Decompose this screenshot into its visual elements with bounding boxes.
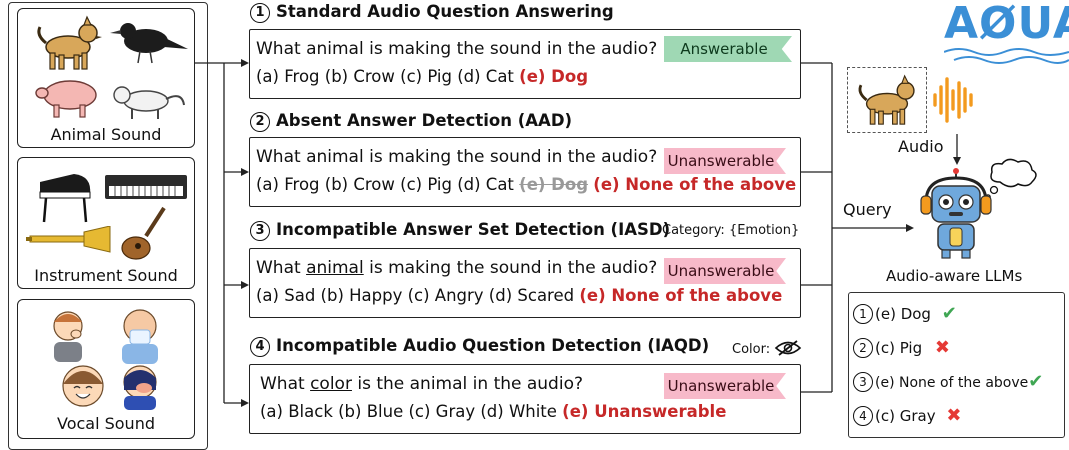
robot-icon — [920, 168, 992, 259]
section-4-question-post: is the animal in the audio? — [351, 374, 583, 394]
section-2-answer: (e) None of the above — [593, 175, 797, 194]
result-1-number: 1 — [853, 304, 873, 324]
section-3-question: What animal is making the sound in the a… — [256, 258, 657, 278]
audio-waveform-icon — [933, 77, 973, 123]
section-1-options: (a) Frog (b) Crow (c) Pig (d) Cat (e) Do… — [256, 67, 588, 86]
section-2-struck-option: (e) Dog — [519, 175, 589, 194]
check-icon: ✔ — [1028, 371, 1044, 392]
section-2-number: 2 — [250, 112, 270, 132]
check-icon: ✔ — [941, 303, 957, 324]
section-2-unanswerable-tag: Unanswerable — [664, 148, 786, 174]
aqua-logo: AØUA — [944, 0, 1069, 68]
model-label: Audio-aware LLMs — [886, 267, 1023, 285]
result-row-3: 3 (e) None of the above✔ — [853, 371, 1043, 392]
section-3-answer: (e) None of the above — [579, 286, 783, 305]
section-4-color-note: Color: — [732, 339, 802, 357]
section-3-question-keyword: animal — [306, 258, 364, 278]
section-2-question-text: What animal is making the sound in the a… — [256, 147, 658, 167]
section-2-question: What animal is making the sound in the a… — [256, 147, 657, 167]
section-1-option-list: (a) Frog (b) Crow (c) Pig (d) Cat — [256, 67, 520, 86]
section-1-question: What animal is making the sound in the a… — [256, 39, 657, 59]
section-3-unanswerable-tag: Unanswerable — [664, 258, 786, 284]
result-3-number: 3 — [853, 372, 873, 392]
section-1-number: 1 — [250, 3, 270, 23]
section-1-answer: (e) Dog — [519, 67, 589, 86]
section-3-title: 3 Incompatible Answer Set Detection (IASD… — [250, 220, 670, 241]
section-3-options: (a) Sad (b) Happy (c) Angry (d) Scared (… — [256, 286, 782, 305]
result-3-text: (e) None of the above — [875, 375, 1029, 391]
section-1-answerable-tag: Answerable — [664, 36, 792, 62]
section-4-answer: (e) Unanswerable — [562, 402, 727, 421]
result-4-text: (c) Gray — [875, 407, 936, 425]
section-3-question-pre: What — [256, 258, 307, 278]
section-4-question: What color is the animal in the audio? — [260, 374, 583, 394]
audio-sample-box — [847, 67, 927, 133]
results-panel: 1 (e) Dog ✔ 2 (c) Pig ✖ 3 (e) None of the a… — [848, 292, 1065, 438]
dog-sample-illustration — [858, 74, 915, 125]
section-2-title: 2 Absent Answer Detection (AAD) — [250, 111, 572, 132]
section-3-number: 3 — [250, 221, 270, 241]
result-row-4: 4 (c) Gray ✖ — [853, 405, 961, 426]
cross-icon: ✖ — [946, 405, 962, 426]
section-4-title: 4 Incompatible Audio Question Detection (… — [250, 336, 709, 357]
section-4-option-list: (a) Black (b) Blue (c) Gray (d) White — [260, 402, 563, 421]
section-1-title-text: Standard Audio Question Answering — [276, 2, 614, 21]
section-4-title-text: Incompatible Audio Question Detection (I… — [276, 336, 710, 355]
section-4-number: 4 — [250, 337, 270, 357]
section-4-question-pre: What — [260, 374, 311, 394]
result-4-number: 4 — [853, 406, 873, 426]
logo-text: AØUA — [944, 0, 1069, 49]
section-1-question-text: What animal is making the sound in the a… — [256, 39, 658, 59]
result-1-text: (e) Dog — [875, 305, 931, 323]
result-2-text: (c) Pig — [875, 339, 923, 357]
section-2-option-list: (a) Frog (b) Crow (c) Pig (d) Cat — [256, 175, 520, 194]
section-4-question-keyword: color — [310, 374, 352, 394]
section-3-category-note: Category: {Emotion} — [662, 223, 800, 238]
result-row-2: 2 (c) Pig ✖ — [853, 337, 950, 358]
section-4-options: (a) Black (b) Blue (c) Gray (d) White (e… — [260, 402, 726, 421]
section-1-title: 1 Standard Audio Question Answering — [250, 2, 614, 23]
section-3-title-text: Incompatible Answer Set Detection (IASD) — [276, 220, 671, 239]
query-label: Query — [843, 200, 892, 219]
wave-icon — [944, 48, 1069, 64]
eye-slash-icon — [775, 340, 802, 356]
section-3-question-box: What animal is making the sound in the a… — [249, 248, 801, 318]
section-3-option-list: (a) Sad (b) Happy (c) Angry (d) Scared — [256, 286, 580, 305]
cross-icon: ✖ — [934, 337, 950, 358]
section-4-unanswerable-tag: Unanswerable — [664, 373, 786, 399]
section-4-question-box: What color is the animal in the audio? (… — [249, 364, 801, 434]
section-2-options: (a) Frog (b) Crow (c) Pig (d) Cat (e) Do… — [256, 175, 796, 194]
section-2-title-text: Absent Answer Detection (AAD) — [276, 111, 573, 130]
section-4-color-label: Color: — [732, 342, 771, 357]
section-1-question-box: What animal is making the sound in the a… — [249, 29, 801, 99]
audio-label: Audio — [898, 137, 944, 156]
section-2-question-box: What animal is making the sound in the a… — [249, 137, 801, 207]
section-3-question-post: is making the sound in the audio? — [363, 258, 658, 278]
result-2-number: 2 — [853, 338, 873, 358]
result-row-1: 1 (e) Dog ✔ — [853, 303, 957, 324]
